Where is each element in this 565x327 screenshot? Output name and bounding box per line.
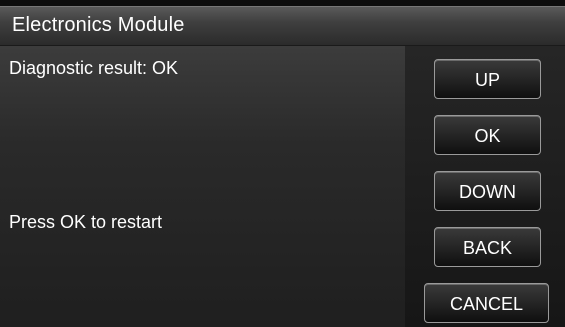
- ok-button[interactable]: OK: [434, 115, 541, 155]
- page-title: Electronics Module: [12, 14, 185, 36]
- diagnostic-result-text: Diagnostic result: OK: [9, 58, 179, 78]
- title-bar: Electronics Module: [0, 6, 565, 46]
- up-button[interactable]: UP: [434, 59, 541, 99]
- cancel-button[interactable]: CANCEL: [424, 283, 549, 323]
- printer-panel-screen: Electronics Module Diagnostic result: OK…: [0, 0, 565, 327]
- restart-instruction-text: Press OK to restart: [9, 212, 163, 232]
- message-area: Diagnostic result: OK Press OK to restar…: [0, 46, 405, 327]
- down-button[interactable]: DOWN: [434, 171, 541, 211]
- back-button[interactable]: BACK: [434, 227, 541, 267]
